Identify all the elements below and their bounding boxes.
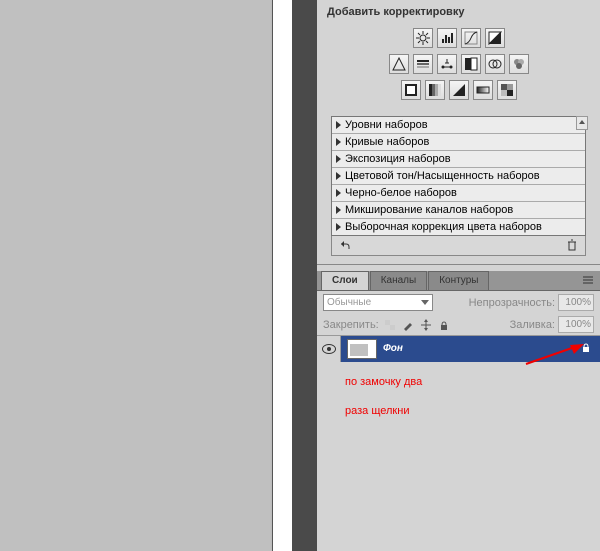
panel-tabs: Слои Каналы Контуры	[317, 271, 600, 291]
fill-label: Заливка:	[510, 319, 555, 331]
blend-mode-select[interactable]: Обычные	[323, 294, 433, 311]
threshold-icon[interactable]	[449, 80, 469, 100]
canvas-edge	[272, 0, 292, 551]
panels-container: Добавить корректировку	[317, 0, 600, 551]
canvas-background	[292, 0, 317, 551]
layer-row[interactable]: Фон	[317, 336, 600, 362]
tab-paths[interactable]: Контуры	[428, 271, 489, 290]
selective-color-icon[interactable]	[497, 80, 517, 100]
eye-icon	[322, 344, 336, 354]
visibility-toggle[interactable]	[317, 336, 341, 362]
channel-mixer-icon[interactable]	[509, 54, 529, 74]
lock-move-icon[interactable]	[420, 319, 432, 331]
presets-container: Уровни наборов Кривые наборов Экспозиция…	[323, 112, 594, 260]
lock-transparency-icon[interactable]	[384, 319, 396, 331]
preset-label: Выборочная коррекция цвета наборов	[345, 221, 542, 233]
adjustments-footer	[331, 236, 586, 256]
preset-row[interactable]: Экспозиция наборов	[332, 151, 585, 168]
preset-row[interactable]: Выборочная коррекция цвета наборов	[332, 219, 585, 235]
preset-label: Цветовой тон/Насыщенность наборов	[345, 170, 540, 182]
lock-label: Закрепить:	[323, 319, 379, 331]
opacity-field[interactable]: 100%	[558, 294, 594, 311]
chevron-right-icon	[336, 138, 341, 146]
preset-row[interactable]: Уровни наборов	[332, 117, 585, 134]
levels-icon[interactable]	[437, 28, 457, 48]
photo-filter-icon[interactable]	[485, 54, 505, 74]
layer-options-row: Обычные Непрозрачность: 100%	[317, 291, 600, 314]
preset-label: Экспозиция наборов	[345, 153, 451, 165]
gradient-map-icon[interactable]	[473, 80, 493, 100]
chevron-right-icon	[336, 155, 341, 163]
posterize-icon[interactable]	[425, 80, 445, 100]
fill-field[interactable]: 100%	[558, 316, 594, 333]
preset-row[interactable]: Кривые наборов	[332, 134, 585, 151]
curves-icon[interactable]	[461, 28, 481, 48]
adjustments-title: Добавить корректировку	[323, 4, 594, 20]
vibrance-icon[interactable]	[389, 54, 409, 74]
hue-sat-icon[interactable]	[413, 54, 433, 74]
color-balance-icon[interactable]	[437, 54, 457, 74]
presets-scrollbar[interactable]	[576, 116, 588, 130]
panel-menu-icon[interactable]	[582, 275, 594, 288]
lock-icon[interactable]	[580, 341, 592, 356]
preset-label: Черно-белое наборов	[345, 187, 457, 199]
bw-icon[interactable]	[461, 54, 481, 74]
preset-row[interactable]: Цветовой тон/Насыщенность наборов	[332, 168, 585, 185]
opacity-label: Непрозрачность:	[469, 297, 555, 309]
adjustments-panel: Добавить корректировку	[317, 0, 600, 265]
chevron-right-icon	[336, 223, 341, 231]
layer-name[interactable]: Фон	[383, 343, 580, 354]
preset-label: Уровни наборов	[345, 119, 428, 131]
chevron-right-icon	[336, 172, 341, 180]
tab-layers[interactable]: Слои	[321, 271, 369, 290]
preset-row[interactable]: Микширование каналов наборов	[332, 202, 585, 219]
preset-row[interactable]: Черно-белое наборов	[332, 185, 585, 202]
tab-channels[interactable]: Каналы	[370, 271, 428, 290]
chevron-right-icon	[336, 189, 341, 197]
preset-list: Уровни наборов Кривые наборов Экспозиция…	[331, 116, 586, 236]
return-icon[interactable]	[338, 238, 352, 252]
layer-thumbnail[interactable]	[347, 339, 377, 359]
brightness-icon[interactable]	[413, 28, 433, 48]
invert-icon[interactable]	[401, 80, 421, 100]
preset-label: Кривые наборов	[345, 136, 429, 148]
chevron-right-icon	[336, 121, 341, 129]
layer-list: Фон	[317, 335, 600, 362]
preset-label: Микширование каналов наборов	[345, 204, 513, 216]
layers-panel: Слои Каналы Контуры Обычные Непрозрачнос…	[317, 271, 600, 362]
lock-all-icon[interactable]	[438, 319, 450, 331]
adjustment-icon-grid	[323, 20, 594, 112]
trash-icon[interactable]	[565, 238, 579, 252]
exposure-icon[interactable]	[485, 28, 505, 48]
lock-brush-icon[interactable]	[402, 319, 414, 331]
lock-row: Закрепить: Заливка: 100%	[317, 314, 600, 335]
chevron-right-icon	[336, 206, 341, 214]
